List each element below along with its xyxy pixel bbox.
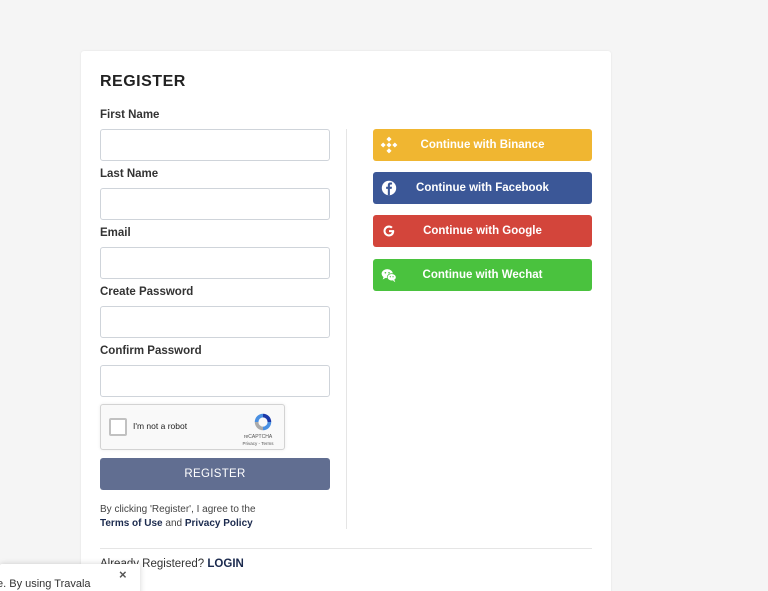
first-name-field[interactable] [100,129,330,161]
column-divider [346,129,347,529]
recaptcha-label: I'm not a robot [133,421,188,431]
recaptcha-links[interactable]: Privacy - Terms [238,441,278,446]
email-field[interactable] [100,247,330,279]
terms-prefix: By clicking 'Register', I agree to the [100,504,256,515]
terms-of-use-link[interactable]: Terms of Use [100,518,163,529]
last-name-field[interactable] [100,188,330,220]
page-title: REGISTER [100,73,186,90]
cookie-text: e. By using Travala [0,578,91,590]
recaptcha-checkbox[interactable] [109,418,127,436]
footer-divider [100,548,592,549]
facebook-label: Continue with Facebook [416,182,549,194]
wechat-button[interactable]: Continue with Wechat [373,259,592,291]
first-name-label: First Name [100,109,160,121]
register-card: REGISTER First Name Last Name Email Crea… [81,51,611,591]
binance-label: Continue with Binance [420,139,545,151]
close-icon[interactable]: × [119,567,127,582]
privacy-policy-link[interactable]: Privacy Policy [185,518,253,529]
wechat-label: Continue with Wechat [422,269,543,281]
create-password-field[interactable] [100,306,330,338]
terms-notice: By clicking 'Register', I agree to the T… [100,503,256,531]
confirm-password-label: Confirm Password [100,345,202,357]
register-button[interactable]: REGISTER [100,458,330,490]
recaptcha-logo-icon [254,413,272,431]
login-link[interactable]: LOGIN [207,558,243,570]
email-label: Email [100,227,131,239]
create-password-label: Create Password [100,286,194,298]
cookie-banner: e. By using Travala × [0,564,140,591]
recaptcha-brand: reCAPTCHA [243,434,273,440]
facebook-button[interactable]: Continue with Facebook [373,172,592,204]
binance-button[interactable]: Continue with Binance [373,129,592,161]
terms-and: and [165,518,183,529]
google-button[interactable]: Continue with Google [373,215,592,247]
google-label: Continue with Google [423,225,542,237]
confirm-password-field[interactable] [100,365,330,397]
last-name-label: Last Name [100,168,159,180]
recaptcha-widget: I'm not a robot reCAPTCHA Privacy - Term… [100,404,285,450]
